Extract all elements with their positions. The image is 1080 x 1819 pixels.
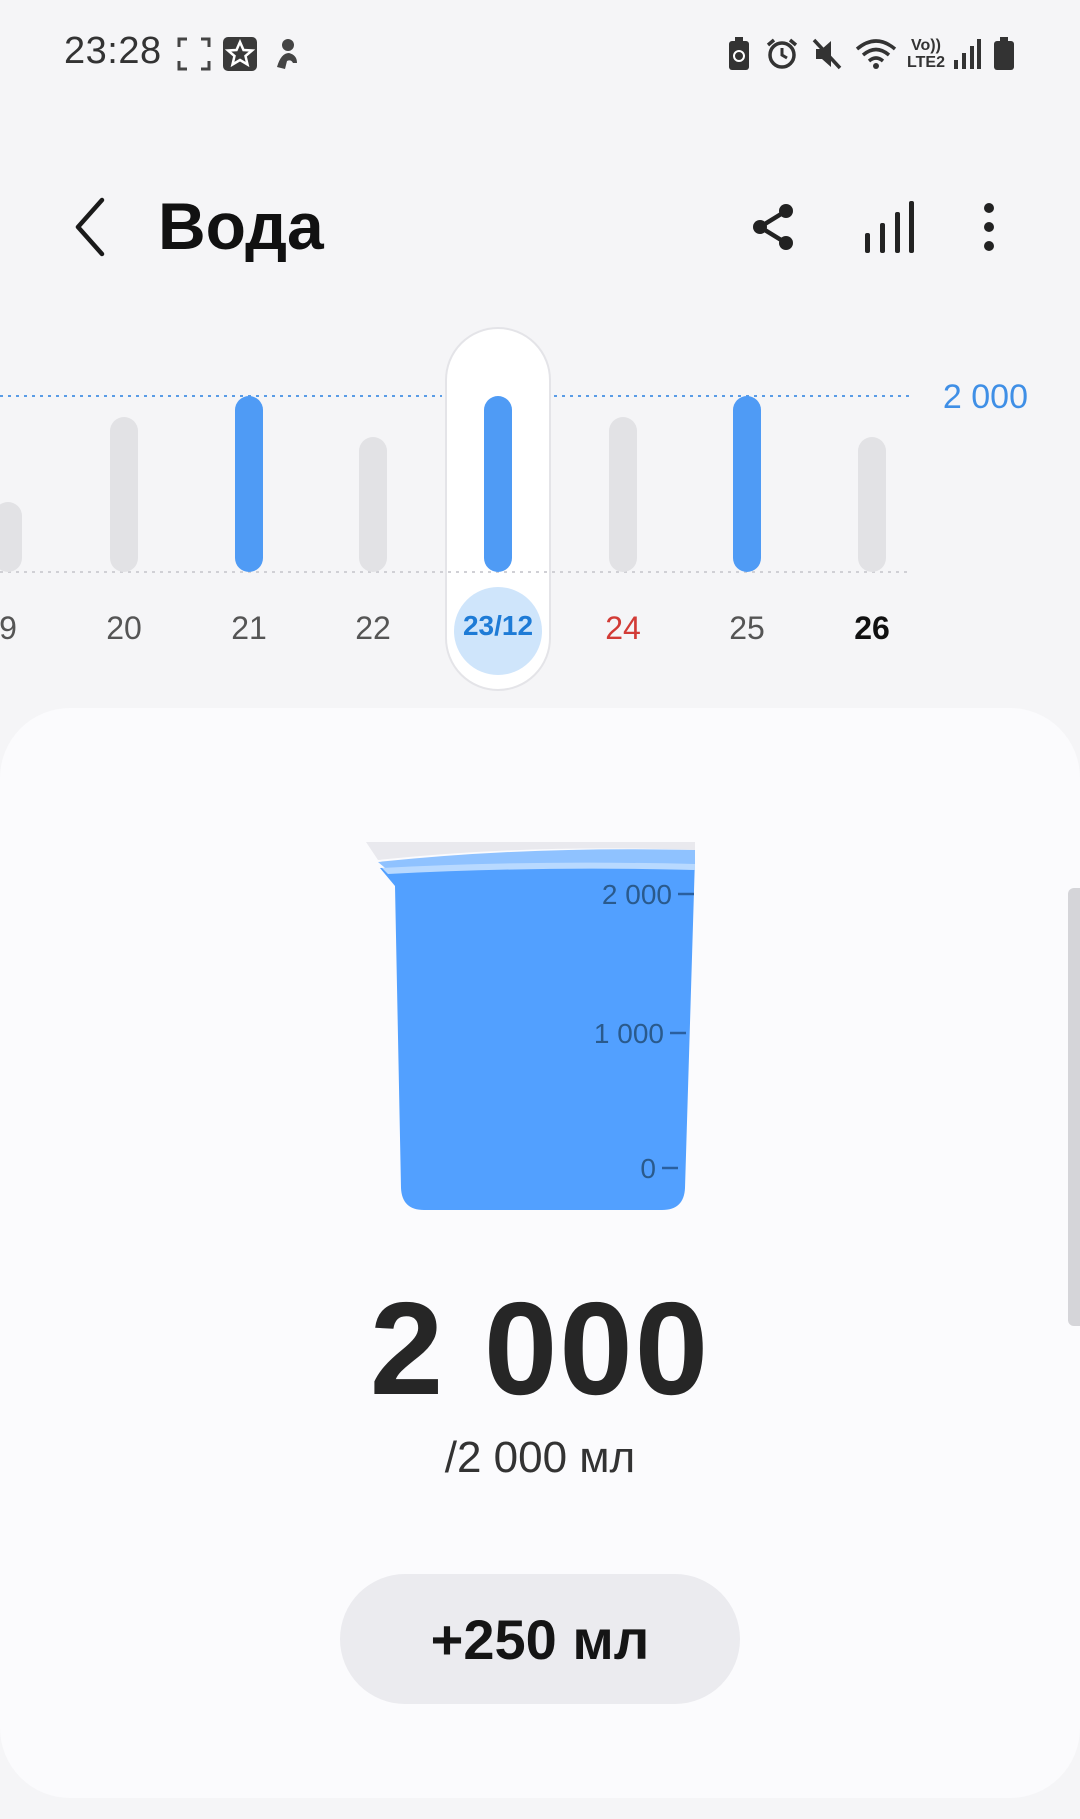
cup-graphic: 2 000 1 000 0 xyxy=(366,842,695,1210)
goal-line-label: 2 000 xyxy=(942,378,1028,416)
star-app-icon xyxy=(222,36,258,72)
cup-tick-2000: 2 000 xyxy=(602,879,672,910)
share-icon xyxy=(753,204,793,250)
bar-25 xyxy=(733,396,761,572)
mute-icon xyxy=(810,36,844,72)
signal-icon xyxy=(952,36,982,72)
cup-tick-1000: 1 000 xyxy=(594,1018,664,1049)
bar-21 xyxy=(235,396,263,572)
water-cup: 2 000 1 000 0 xyxy=(360,838,710,1218)
volte-label: Vo)) xyxy=(911,37,941,54)
day-label-22[interactable]: 22 xyxy=(328,610,418,647)
chevron-left-icon xyxy=(75,197,105,257)
page-title: Вода xyxy=(158,189,324,263)
person-notification-icon xyxy=(270,36,304,72)
day-label-20[interactable]: 20 xyxy=(79,610,169,647)
battery-icon xyxy=(992,36,1016,72)
intake-goal: /2 000 мл xyxy=(444,1433,636,1482)
bar-22 xyxy=(359,437,387,572)
bar-20 xyxy=(110,417,138,572)
day-label-25[interactable]: 25 xyxy=(702,610,792,647)
trends-button[interactable] xyxy=(854,192,924,262)
bar-26 xyxy=(858,437,886,572)
app-bar: Вода xyxy=(0,170,1080,290)
share-button[interactable] xyxy=(738,192,808,262)
bar-chart-icon xyxy=(865,201,914,253)
bar-23/12 xyxy=(484,396,512,572)
day-label-21[interactable]: 21 xyxy=(204,610,294,647)
intake-value: 2 000 xyxy=(369,1275,711,1422)
status-bar: 23:28 Vo)) LTE2 xyxy=(0,0,1080,110)
bar-24 xyxy=(609,417,637,572)
day-label-today[interactable]: 26 xyxy=(827,610,917,647)
battery-saver-icon xyxy=(726,36,752,72)
more-options-button[interactable] xyxy=(954,192,1024,262)
add-250ml-button[interactable]: +250 мл xyxy=(340,1574,740,1704)
scrollbar[interactable] xyxy=(1068,888,1080,1326)
day-label-selected[interactable]: 23/12 xyxy=(453,610,543,642)
back-button[interactable] xyxy=(60,192,120,262)
water-card: 2 000 1 000 0 2 000 /2 000 мл +250 мл xyxy=(0,708,1080,1798)
volte-lte-icon: Vo)) LTE2 xyxy=(902,36,950,72)
day-label-19[interactable]: 9 xyxy=(0,610,53,647)
day-label-24[interactable]: 24 xyxy=(578,610,668,647)
alarm-icon xyxy=(764,36,800,72)
status-time: 23:28 xyxy=(64,30,162,72)
network-label: LTE2 xyxy=(907,54,945,71)
cup-tick-0: 0 xyxy=(640,1153,656,1184)
screenshot-frame-icon xyxy=(176,36,212,72)
wifi-icon xyxy=(854,36,898,72)
bar-19 xyxy=(0,502,22,572)
more-vertical-icon xyxy=(984,203,994,251)
weekly-chart[interactable]: 2 000 9 20 21 22 23/12 24 25 26 xyxy=(0,320,1080,700)
